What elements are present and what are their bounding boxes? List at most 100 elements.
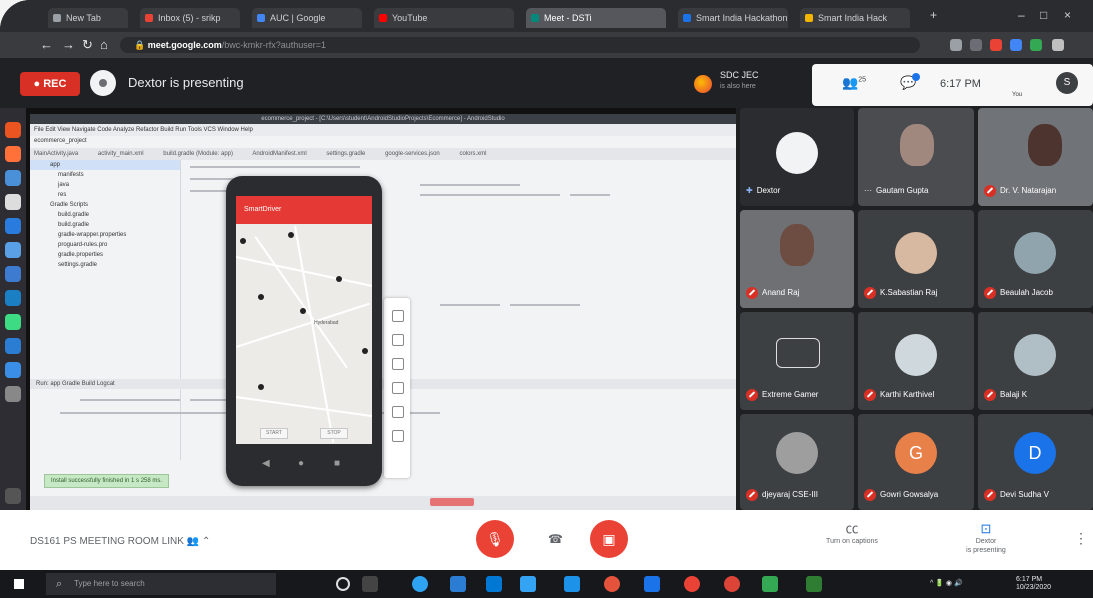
firefox-icon[interactable] bbox=[5, 146, 21, 162]
extension-icon[interactable] bbox=[1030, 39, 1042, 51]
map-marker-icon[interactable] bbox=[240, 238, 246, 244]
tree-item[interactable]: res bbox=[30, 190, 180, 200]
volume-down-icon[interactable] bbox=[392, 358, 404, 370]
close-icon[interactable]: × bbox=[1064, 8, 1071, 22]
tree-item[interactable]: build.gradle bbox=[30, 220, 180, 230]
mail-icon[interactable] bbox=[486, 576, 502, 592]
mic-toggle-button[interactable]: 🎙 bbox=[476, 520, 514, 558]
end-call-icon[interactable]: ☎ bbox=[548, 532, 563, 546]
camera-icon[interactable] bbox=[950, 39, 962, 51]
tree-item[interactable]: build.gradle bbox=[30, 210, 180, 220]
app-icon[interactable] bbox=[762, 576, 778, 592]
zoom-icon[interactable] bbox=[392, 430, 404, 442]
participant-tile[interactable]: D Devi Sudha V bbox=[978, 414, 1093, 510]
new-tab-icon[interactable]: + bbox=[930, 8, 937, 22]
meeting-details[interactable]: DS161 PS MEETING ROOM LINK 👥 ⌃ bbox=[30, 536, 210, 547]
taskbar-search[interactable]: Type here to search bbox=[46, 573, 276, 595]
store-icon[interactable] bbox=[520, 576, 536, 592]
app-icon[interactable] bbox=[5, 266, 21, 282]
app-icon[interactable] bbox=[564, 576, 580, 592]
presenting-button[interactable]: ⊡ Dextor is presenting bbox=[946, 522, 1026, 555]
app-icon[interactable] bbox=[644, 576, 660, 592]
maximize-icon[interactable]: □ bbox=[1040, 8, 1047, 22]
tree-item[interactable]: gradle.properties bbox=[30, 250, 180, 260]
editor-tab[interactable]: colors.xml bbox=[459, 151, 486, 157]
editor-tab[interactable]: google-services.json bbox=[385, 151, 440, 157]
captions-button[interactable]: ㏄ Turn on captions bbox=[812, 522, 892, 546]
people-icon[interactable]: 👥25 bbox=[842, 75, 866, 91]
tree-item[interactable]: Gradle Scripts bbox=[30, 200, 180, 210]
tree-item[interactable]: proguard-rules.pro bbox=[30, 240, 180, 250]
more-options-icon[interactable]: ⋮ bbox=[1074, 530, 1088, 547]
participant-tile[interactable]: ··· Gautam Gupta bbox=[858, 108, 974, 206]
editor-tab[interactable]: activity_main.xml bbox=[98, 151, 144, 157]
reload-icon[interactable]: ↻ bbox=[82, 37, 93, 53]
android-studio-icon[interactable] bbox=[5, 314, 21, 330]
tree-item[interactable]: app bbox=[30, 160, 180, 170]
hp-icon[interactable] bbox=[412, 576, 428, 592]
extension-icon[interactable] bbox=[1010, 39, 1022, 51]
tree-item[interactable]: settings.gradle bbox=[30, 260, 180, 270]
map-marker-icon[interactable] bbox=[300, 308, 306, 314]
taskbar-clock[interactable]: 6:17 PM 10/23/2020 bbox=[1016, 576, 1051, 592]
browser-tab[interactable]: AUC | Google bbox=[252, 8, 362, 28]
run-panel-tabs[interactable]: Run: app Gradle Build Logcat bbox=[30, 379, 736, 389]
cortana-icon[interactable] bbox=[336, 577, 350, 591]
rotate-icon[interactable] bbox=[392, 382, 404, 394]
screenshot-icon[interactable] bbox=[392, 406, 404, 418]
url-field[interactable]: 🔒 meet.google.com/bwc-kmkr-rfx?authuser=… bbox=[120, 37, 920, 53]
document-icon[interactable] bbox=[5, 194, 21, 210]
app-icon[interactable] bbox=[5, 242, 21, 258]
editor-tab[interactable]: MainActivity.java bbox=[34, 151, 78, 157]
participant-tile[interactable]: G Gowri Gowsalya bbox=[858, 414, 974, 510]
star-icon[interactable] bbox=[970, 39, 982, 51]
map-marker-icon[interactable] bbox=[288, 232, 294, 238]
participant-tile[interactable]: Karthi Karthivel bbox=[858, 312, 974, 410]
forward-icon[interactable]: → bbox=[62, 37, 75, 52]
map-start-button[interactable]: START bbox=[260, 428, 288, 439]
project-breadcrumb[interactable]: ecommerce_project bbox=[34, 138, 87, 144]
system-tray-icons[interactable]: ^ 🔋 ◉ 🔊 bbox=[930, 580, 963, 588]
editor-tab[interactable]: AndroidManifest.xml bbox=[252, 151, 306, 157]
app-icon[interactable] bbox=[5, 218, 21, 234]
app-icon[interactable] bbox=[806, 576, 822, 592]
participant-tile[interactable]: Anand Raj bbox=[740, 210, 854, 308]
app-icon[interactable] bbox=[684, 576, 700, 592]
map-marker-icon[interactable] bbox=[336, 276, 342, 282]
editor-tab[interactable]: settings.gradle bbox=[326, 151, 365, 157]
back-icon[interactable]: ← bbox=[40, 37, 53, 52]
tree-item[interactable]: gradle-wrapper.properties bbox=[30, 230, 180, 240]
participant-tile[interactable]: K.Sabastian Raj bbox=[858, 210, 974, 308]
back-nav-icon[interactable]: ◀ bbox=[262, 458, 270, 469]
browser-tab[interactable]: Smart India Hackathon bbox=[678, 8, 788, 28]
power-icon[interactable] bbox=[392, 310, 404, 322]
app-icon[interactable] bbox=[604, 576, 620, 592]
profile-icon[interactable] bbox=[1052, 39, 1064, 51]
home-icon[interactable]: ⌂ bbox=[100, 37, 108, 52]
browser-tab[interactable]: Inbox (5) - srikp bbox=[140, 8, 240, 28]
word-icon[interactable] bbox=[450, 576, 466, 592]
participant-tile[interactable]: Dr. V. Natarajan bbox=[978, 108, 1093, 206]
map-marker-icon[interactable] bbox=[258, 294, 264, 300]
ide-menu-bar[interactable]: File Edit View Navigate Code Analyze Ref… bbox=[30, 124, 736, 136]
browser-tab-active[interactable]: Meet - DSTi bbox=[526, 8, 666, 28]
participant-tile[interactable]: ✚ Dextor bbox=[740, 108, 854, 206]
map-marker-icon[interactable] bbox=[362, 348, 368, 354]
settings-icon[interactable] bbox=[5, 386, 21, 402]
browser-tab[interactable]: Smart India Hack bbox=[800, 8, 910, 28]
chrome-icon[interactable] bbox=[724, 576, 740, 592]
ubuntu-icon[interactable] bbox=[5, 122, 21, 138]
app-icon[interactable] bbox=[5, 290, 21, 306]
map-marker-icon[interactable] bbox=[258, 384, 264, 390]
volume-up-icon[interactable] bbox=[392, 334, 404, 346]
browser-tab[interactable]: New Tab bbox=[48, 8, 128, 28]
app-icon[interactable] bbox=[5, 362, 21, 378]
participant-tile[interactable]: Balaji K bbox=[978, 312, 1093, 410]
minimize-icon[interactable]: – bbox=[1018, 8, 1025, 22]
tree-item[interactable]: java bbox=[30, 180, 180, 190]
participant-tile[interactable]: Beaulah Jacob bbox=[978, 210, 1093, 308]
files-icon[interactable] bbox=[5, 170, 21, 186]
emulator-screen[interactable]: SmartDriver Hyderabad START STOP bbox=[236, 196, 372, 444]
windows-start-icon[interactable] bbox=[14, 579, 24, 589]
app-icon[interactable] bbox=[5, 338, 21, 354]
